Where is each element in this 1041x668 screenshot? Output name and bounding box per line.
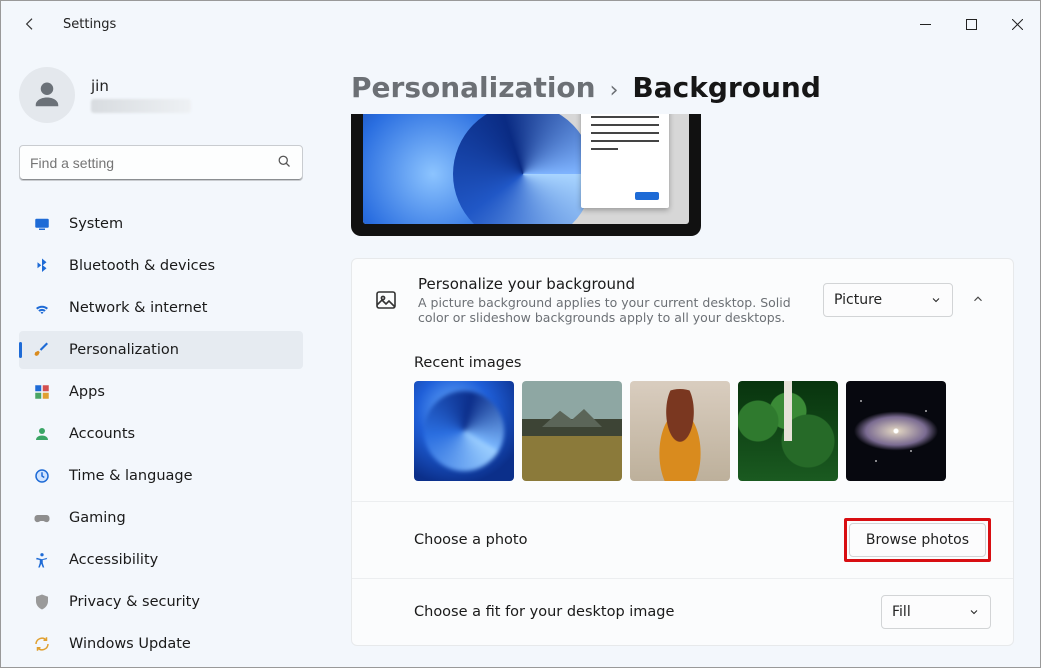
apps-icon — [31, 381, 53, 403]
content-area: Personalization › Background — [321, 47, 1040, 667]
search-input[interactable] — [30, 155, 292, 171]
nav-item-time-language[interactable]: Time & language — [19, 457, 303, 495]
display-icon — [31, 213, 53, 235]
chevron-down-icon — [930, 294, 942, 306]
card-title: Personalize your background — [418, 275, 823, 293]
sidebar: jin System Bluetooth & devices Network &… — [1, 47, 321, 667]
person-icon — [31, 423, 53, 445]
window-controls — [902, 8, 1040, 40]
recent-image-thumb[interactable] — [738, 381, 838, 481]
nav-item-privacy[interactable]: Privacy & security — [19, 583, 303, 621]
window-title: Settings — [63, 17, 116, 32]
expand-toggle[interactable] — [971, 291, 991, 310]
nav-list: System Bluetooth & devices Network & int… — [19, 205, 303, 667]
recent-image-thumb[interactable] — [522, 381, 622, 481]
avatar — [19, 67, 75, 123]
nav-item-apps[interactable]: Apps — [19, 373, 303, 411]
choose-photo-row: Choose a photo Browse photos — [352, 502, 1013, 578]
profile-block[interactable]: jin — [19, 67, 303, 123]
choose-photo-label: Choose a photo — [414, 532, 527, 548]
wifi-icon — [31, 297, 53, 319]
nav-item-windows-update[interactable]: Windows Update — [19, 625, 303, 663]
shield-icon — [31, 591, 53, 613]
choose-fit-label: Choose a fit for your desktop image — [414, 604, 674, 620]
choose-fit-row: Choose a fit for your desktop image Fill — [352, 579, 1013, 645]
nav-item-network[interactable]: Network & internet — [19, 289, 303, 327]
fit-select[interactable]: Fill — [881, 595, 991, 629]
search-icon — [277, 154, 292, 173]
bluetooth-icon — [31, 255, 53, 277]
recent-images-section: Recent images — [352, 341, 1013, 501]
chevron-right-icon: › — [610, 78, 619, 103]
background-type-select[interactable]: Picture — [823, 283, 953, 317]
nav-item-accessibility[interactable]: Accessibility — [19, 541, 303, 579]
minimize-button[interactable] — [902, 8, 948, 40]
image-icon — [374, 288, 398, 312]
personalize-background-card: Personalize your background A picture ba… — [351, 258, 1014, 646]
desktop-preview — [351, 114, 701, 236]
related-settings-heading: Related settings — [351, 666, 1014, 667]
profile-name: jin — [91, 77, 191, 95]
search-box[interactable] — [19, 145, 303, 181]
window-mockup — [581, 114, 669, 208]
clock-globe-icon — [31, 465, 53, 487]
card-subtitle: A picture background applies to your cur… — [418, 295, 823, 325]
recent-images-title: Recent images — [414, 355, 991, 371]
breadcrumb-parent[interactable]: Personalization — [351, 71, 596, 104]
nav-item-personalization[interactable]: Personalization — [19, 331, 303, 369]
nav-item-accounts[interactable]: Accounts — [19, 415, 303, 453]
chevron-up-icon — [971, 292, 985, 306]
recent-image-thumb[interactable] — [846, 381, 946, 481]
paintbrush-icon — [31, 339, 53, 361]
chevron-down-icon — [968, 606, 980, 618]
close-button[interactable] — [994, 8, 1040, 40]
update-icon — [31, 633, 53, 655]
maximize-button[interactable] — [948, 8, 994, 40]
gamepad-icon — [31, 507, 53, 529]
nav-item-bluetooth[interactable]: Bluetooth & devices — [19, 247, 303, 285]
breadcrumb: Personalization › Background — [351, 71, 1014, 104]
recent-image-thumb[interactable] — [414, 381, 514, 481]
profile-email-blurred — [91, 99, 191, 113]
highlight-annotation: Browse photos — [844, 518, 991, 562]
back-button[interactable] — [15, 9, 45, 39]
browse-photos-button[interactable]: Browse photos — [849, 523, 986, 557]
title-bar: Settings — [1, 1, 1040, 47]
page-title: Background — [632, 71, 820, 104]
recent-image-thumb[interactable] — [630, 381, 730, 481]
nav-item-system[interactable]: System — [19, 205, 303, 243]
nav-item-gaming[interactable]: Gaming — [19, 499, 303, 537]
accessibility-icon — [31, 549, 53, 571]
